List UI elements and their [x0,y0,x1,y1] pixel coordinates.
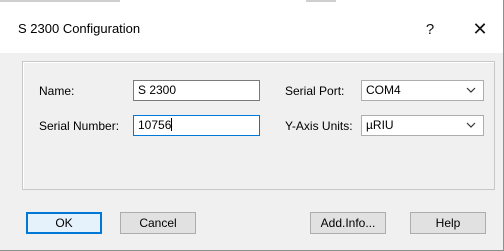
background-window-edge [306,0,336,2]
context-help-button[interactable]: ? [410,14,450,44]
chevron-down-icon [466,122,476,128]
configuration-dialog: S 2300 Configuration ? ✕ Name: S 2300 Se… [0,0,504,251]
cancel-button-label: Cancel [139,216,177,230]
help-button[interactable]: Help [410,212,486,234]
text-caret [171,118,173,131]
y-axis-units-label: Y-Axis Units: [285,119,353,133]
name-label: Name: [39,84,75,98]
serial-port-label: Serial Port: [285,84,345,98]
title-bar: S 2300 Configuration ? ✕ [0,0,503,53]
window-title: S 2300 Configuration [18,21,141,36]
settings-group-box: Name: S 2300 Serial Number: 10756 Serial… [22,61,495,190]
ok-button[interactable]: OK [26,212,102,234]
ok-button-label: OK [55,216,73,230]
serial-port-select[interactable]: COM4 [361,80,484,101]
serial-port-selected-value: COM4 [366,83,401,97]
cancel-button[interactable]: Cancel [120,212,196,234]
close-icon: ✕ [472,18,488,39]
y-axis-units-selected-value: µRIU [366,118,394,132]
serial-number-field-value: 10756 [138,118,172,132]
y-axis-units-select[interactable]: µRIU [361,115,484,136]
name-field[interactable]: S 2300 [133,80,260,101]
add-info-button-label: Add.Info... [320,216,376,230]
background-window-edge [0,0,120,2]
name-field-value: S 2300 [138,83,177,97]
serial-number-field[interactable]: 10756 [133,115,260,136]
chevron-down-icon [466,87,476,93]
question-mark-icon: ? [425,20,435,38]
serial-number-label: Serial Number: [39,119,120,133]
close-button[interactable]: ✕ [460,14,500,44]
add-info-button[interactable]: Add.Info... [310,212,386,234]
help-button-label: Help [435,216,461,230]
